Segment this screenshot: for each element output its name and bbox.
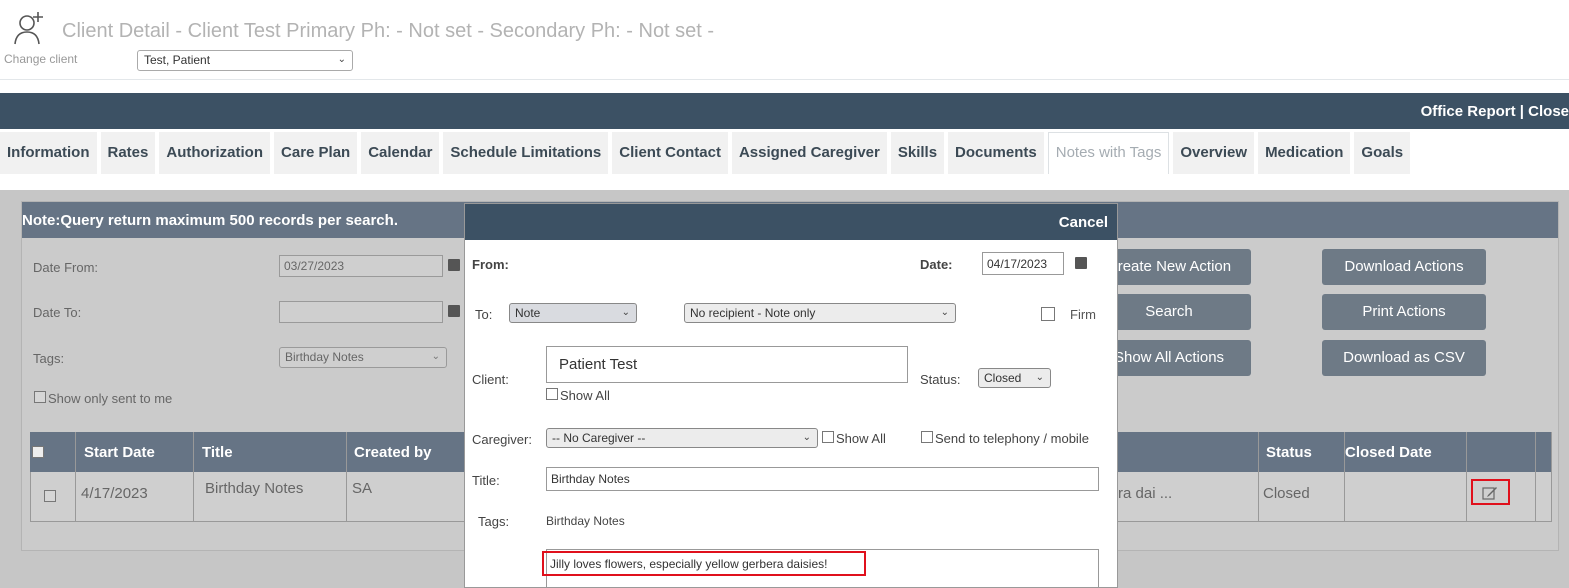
date-from-input[interactable]: 03/27/2023 [279, 255, 443, 277]
chevron-down-icon: ⌄ [431, 351, 440, 362]
status-label: Status: [920, 372, 961, 387]
column-divider [75, 432, 76, 522]
tab-notes-with-tags[interactable]: Notes with Tags [1047, 132, 1170, 174]
to-select[interactable]: Note ⌄ [509, 303, 637, 323]
tab-calendar[interactable]: Calendar [361, 132, 440, 174]
status-select-value: Closed [984, 371, 1022, 385]
caregiver-select-value: -- No Caregiver -- [552, 431, 646, 445]
chevron-down-icon: ⌄ [1035, 372, 1044, 383]
date-to-label: Date To: [33, 305, 82, 320]
select-all-checkbox[interactable] [32, 446, 44, 458]
column-header-start-date[interactable]: Start Date [84, 432, 155, 472]
client-label: Client: [472, 372, 509, 387]
client-select-value: Test, Patient [144, 53, 211, 67]
query-note: Note:Query return maximum 500 records pe… [22, 212, 398, 229]
send-telephony-label: Send to telephony / mobile [935, 431, 1089, 446]
calendar-icon[interactable] [448, 305, 460, 317]
column-divider [1258, 432, 1259, 522]
column-header-closed-date[interactable]: Closed Date [1345, 432, 1432, 472]
status-select[interactable]: Closed ⌄ [978, 368, 1051, 388]
tab-medication[interactable]: Medication [1258, 132, 1351, 174]
chevron-down-icon: ⌄ [337, 54, 346, 65]
column-divider [1551, 432, 1552, 522]
client-input[interactable]: Patient Test [546, 346, 908, 383]
row-start-date: 4/17/2023 [81, 485, 148, 502]
date-from-label: Date From: [33, 260, 99, 275]
tab-rates[interactable]: Rates [100, 132, 156, 174]
client-add-icon[interactable] [12, 10, 48, 46]
change-client-label: Change client [4, 52, 78, 66]
firm-checkbox[interactable] [1041, 307, 1055, 321]
caregiver-show-all-label: Show All [836, 431, 886, 446]
tags-select-value: Birthday Notes [285, 350, 364, 364]
tab-care-plan[interactable]: Care Plan [274, 132, 358, 174]
client-select[interactable]: Test, Patient ⌄ [137, 50, 353, 71]
title-input[interactable]: Birthday Notes [546, 467, 1099, 491]
tags-value: Birthday Notes [546, 514, 625, 528]
to-select-value: Note [515, 306, 541, 320]
note-date-input[interactable]: 04/17/2023 [982, 252, 1064, 275]
row-title: Birthday Notes [205, 480, 304, 497]
tab-assigned-caregiver[interactable]: Assigned Caregiver [731, 132, 887, 174]
caregiver-label: Caregiver: [472, 432, 532, 447]
recipient-select[interactable]: No recipient - Note only ⌄ [684, 303, 956, 323]
tab-overview[interactable]: Overview [1173, 132, 1255, 174]
column-divider [1535, 432, 1536, 522]
office-report-link[interactable]: Office Report | Close [1421, 103, 1569, 120]
tab-skills[interactable]: Skills [890, 132, 945, 174]
row-created-by: SA [352, 480, 373, 497]
firm-label: Firm [1070, 307, 1096, 322]
tab-goals[interactable]: Goals [1354, 132, 1411, 174]
download-actions-button[interactable]: Download Actions [1322, 249, 1486, 285]
date-label: Date: [920, 257, 953, 272]
column-divider [1344, 432, 1345, 522]
calendar-icon[interactable] [1075, 257, 1087, 269]
row-text-snippet: ra dai ... [1118, 485, 1173, 502]
column-divider [346, 432, 347, 522]
column-divider [193, 432, 194, 522]
edit-button[interactable] [1471, 479, 1510, 505]
divider [0, 79, 1569, 80]
column-divider [1466, 432, 1467, 522]
download-csv-button[interactable]: Download as CSV [1322, 340, 1486, 376]
row-checkbox[interactable] [44, 490, 56, 502]
row-status: Closed [1263, 485, 1310, 502]
client-show-all-checkbox[interactable] [546, 388, 558, 400]
to-label: To: [475, 307, 493, 322]
tab-client-contact[interactable]: Client Contact [612, 132, 728, 174]
top-navbar [0, 93, 1569, 129]
column-header-created-by[interactable]: Created by [354, 432, 432, 472]
edit-icon [1482, 487, 1497, 500]
modal-header [465, 204, 1117, 240]
note-text: Jilly loves flowers, especially yellow g… [550, 557, 828, 571]
page-title: Client Detail - Client Test Primary Ph: … [62, 20, 715, 42]
tab-authorization[interactable]: Authorization [159, 132, 271, 174]
tags-select[interactable]: Birthday Notes ⌄ [279, 347, 447, 368]
chevron-down-icon: ⌄ [940, 307, 949, 318]
from-label: From: [472, 257, 509, 272]
show-only-sent-checkbox[interactable] [34, 391, 46, 403]
tab-information[interactable]: Information [0, 132, 97, 174]
title-label: Title: [472, 473, 500, 488]
tags-label: Tags: [478, 514, 510, 529]
date-to-input[interactable] [279, 301, 443, 323]
caregiver-show-all-checkbox[interactable] [822, 431, 834, 443]
column-header-title[interactable]: Title [202, 432, 233, 472]
recipient-select-value: No recipient - Note only [690, 306, 816, 320]
send-telephony-checkbox[interactable] [921, 431, 933, 443]
print-actions-button[interactable]: Print Actions [1322, 294, 1486, 330]
tags-label: Tags: [33, 351, 65, 366]
tab-schedule-limitations[interactable]: Schedule Limitations [443, 132, 609, 174]
chevron-down-icon: ⌄ [802, 432, 811, 443]
tab-bar: Information Rates Authorization Care Pla… [0, 132, 1411, 174]
chevron-down-icon: ⌄ [621, 307, 630, 318]
tab-documents[interactable]: Documents [948, 132, 1044, 174]
column-header-status[interactable]: Status [1266, 432, 1312, 472]
calendar-icon[interactable] [448, 259, 460, 271]
client-show-all-label: Show All [560, 388, 610, 403]
cancel-button[interactable]: Cancel [1059, 214, 1108, 231]
caregiver-select[interactable]: -- No Caregiver -- ⌄ [546, 428, 818, 448]
show-only-sent-label: Show only sent to me [48, 391, 173, 406]
